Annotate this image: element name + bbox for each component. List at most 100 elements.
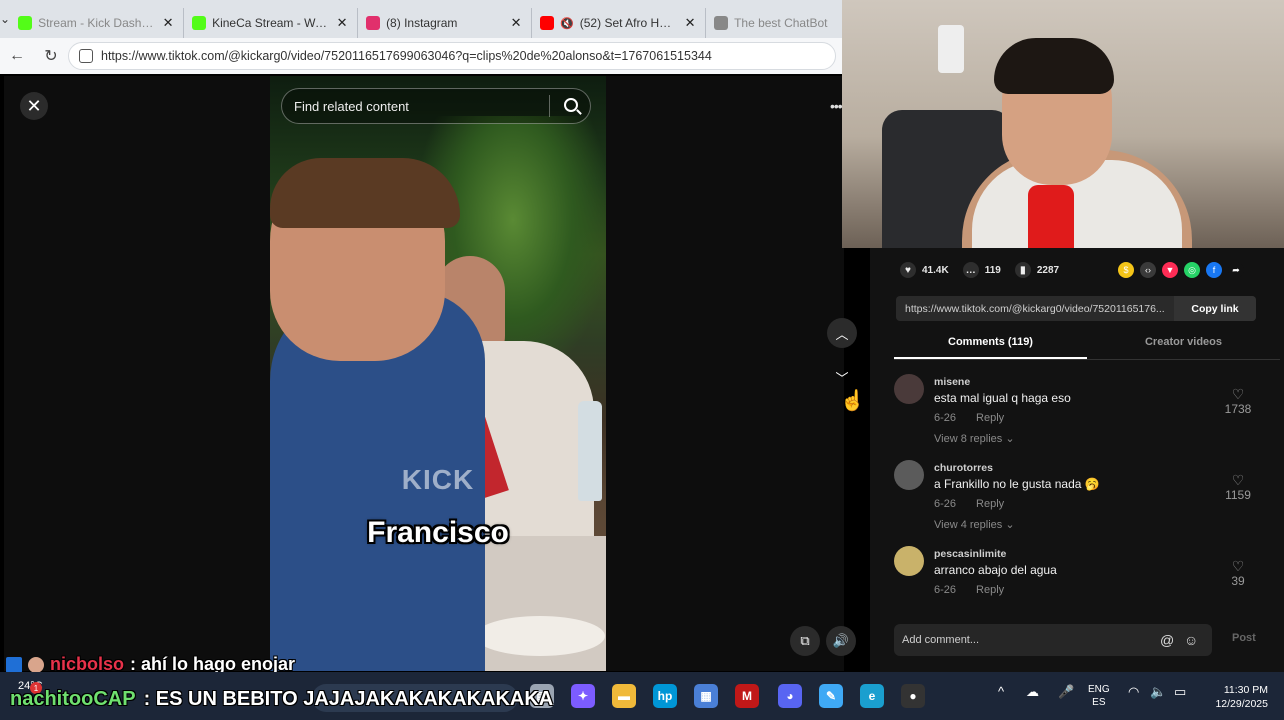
comment-text: a Frankillo no le gusta nada 🥱: [934, 477, 1100, 491]
add-comment-input[interactable]: Add comment... @ ☺: [894, 624, 1212, 656]
webcam-feed: [842, 0, 1284, 248]
tab-list-chevron-icon[interactable]: ⌄: [0, 0, 10, 38]
kick-watermark: KICK: [401, 464, 475, 495]
share-link-url[interactable]: https://www.tiktok.com/@kickarg0/video/7…: [896, 303, 1174, 315]
onedrive-icon[interactable]: ☁: [1026, 684, 1039, 700]
view-replies-button[interactable]: View 8 replies ⌄: [934, 432, 1015, 445]
tool-icon[interactable]: ✎: [819, 684, 843, 708]
like-count: 41.4K: [922, 264, 949, 276]
back-arrow-icon[interactable]: ←: [0, 38, 34, 74]
whatsapp-icon[interactable]: ◎: [1184, 262, 1200, 278]
mouse-cursor-icon: ☝: [840, 390, 865, 412]
tab-close-icon[interactable]: ✕: [161, 15, 175, 31]
find-related-search[interactable]: Find related content: [281, 88, 591, 124]
chat-badge-icon: [6, 656, 22, 673]
tab-creator-videos[interactable]: Creator videos: [1087, 332, 1280, 359]
send-icon[interactable]: ▼: [1162, 262, 1178, 278]
wifi-icon[interactable]: ◠: [1128, 684, 1139, 700]
coin-icon[interactable]: $: [1118, 262, 1134, 278]
reply-button[interactable]: Reply: [976, 412, 1004, 424]
post-button[interactable]: Post: [1232, 632, 1256, 644]
comment-count: 119: [984, 264, 1001, 276]
tab-title: (8) Instagram: [386, 16, 458, 30]
video-player[interactable]: KICK Francisco: [270, 76, 606, 671]
bookmark-icon[interactable]: ▮: [1014, 262, 1031, 278]
url-text: https://www.tiktok.com/@kickarg0/video/7…: [101, 49, 712, 63]
reply-button[interactable]: Reply: [976, 498, 1004, 510]
browser-tab[interactable]: 🔇 (52) Set Afro House ✕: [532, 8, 707, 38]
obs-icon[interactable]: ●: [901, 684, 925, 708]
facebook-icon[interactable]: f: [1206, 262, 1222, 278]
comment-date: 6-26: [934, 498, 957, 510]
store-icon[interactable]: ▦: [694, 684, 718, 708]
video-details-panel: ♥ 41.4K … 119 ▮ 2287 $ ‹› ▼ ◎ f ➦ https://www.ti…: [870, 248, 1284, 672]
view-replies-button[interactable]: View 4 replies ⌄: [934, 518, 1015, 531]
browser-tab[interactable]: (8) Instagram ✕: [358, 8, 533, 38]
instagram-icon: [366, 16, 381, 30]
browser-tab[interactable]: KineCa Stream - Watch Live ✕: [184, 8, 359, 38]
emoji-icon[interactable]: ☺: [1184, 632, 1198, 648]
comment-username[interactable]: churotorres: [934, 462, 993, 474]
comment-stat[interactable]: … 119: [962, 262, 1001, 278]
language-indicator[interactable]: ENG ES: [1088, 683, 1110, 709]
mcafee-icon[interactable]: M: [735, 684, 759, 708]
youtube-icon: [540, 16, 555, 30]
speaker-icon[interactable]: 🔈: [1150, 684, 1166, 700]
comment-text: esta mal igual q haga eso: [934, 391, 1071, 405]
tab-close-icon[interactable]: ✕: [683, 15, 697, 31]
tab-close-icon[interactable]: ✕: [509, 15, 523, 31]
heart-icon[interactable]: ♥: [900, 262, 916, 278]
embed-icon[interactable]: ‹›: [1140, 262, 1156, 278]
comment-username[interactable]: misene: [934, 376, 970, 388]
tab-muted-icon[interactable]: 🔇: [560, 17, 574, 30]
heart-outline-icon[interactable]: ♡: [1218, 472, 1258, 488]
comment-like[interactable]: ♡ 39: [1218, 558, 1258, 588]
webcam-microphone: [1028, 185, 1074, 248]
clock-time: 11:30 PM: [1223, 684, 1268, 696]
reload-icon[interactable]: ↻: [34, 38, 68, 74]
battery-icon[interactable]: ▭: [1174, 684, 1186, 700]
copy-link-button[interactable]: Copy link: [1174, 296, 1256, 321]
folder-icon[interactable]: ▬: [612, 684, 636, 708]
search-placeholder: Find related content: [294, 98, 409, 114]
discord-icon[interactable]: ◕: [778, 684, 802, 708]
tab-title: Stream - Kick Dashboard: [38, 16, 155, 30]
comment-like[interactable]: ♡ 1159: [1218, 472, 1258, 502]
comment-like[interactable]: ♡ 1738: [1218, 386, 1258, 416]
chatbot-icon: [714, 16, 729, 30]
comment-text: arranco abajo del agua: [934, 563, 1057, 577]
show-hidden-icons-icon[interactable]: ^: [998, 684, 1004, 699]
tab-title: KineCa Stream - Watch Live: [212, 16, 329, 30]
avatar[interactable]: [894, 460, 924, 490]
hp-icon[interactable]: hp: [653, 684, 677, 708]
avatar[interactable]: [894, 546, 924, 576]
picture-in-picture-icon[interactable]: ⧉: [790, 626, 820, 656]
taskbar-clock[interactable]: 11:30 PM 12/29/2025: [1206, 683, 1268, 711]
tab-close-icon[interactable]: ✕: [335, 15, 349, 31]
previous-video-chevron-up-icon[interactable]: ︿: [827, 318, 857, 348]
comment-like-count: 1738: [1224, 402, 1252, 416]
chat-message-2: : ES UN BEBITO JAJAJAKAKAKAKAKAKA: [143, 688, 554, 710]
browser-tab[interactable]: Stream - Kick Dashboard ✕: [10, 8, 185, 38]
comment-icon[interactable]: …: [962, 262, 979, 278]
comment-username[interactable]: pescasinlimite: [934, 548, 1006, 560]
comment-like-count: 39: [1231, 574, 1245, 588]
heart-outline-icon[interactable]: ♡: [1218, 558, 1258, 574]
address-bar[interactable]: https://www.tiktok.com/@kickarg0/video/7…: [68, 42, 836, 70]
more-options-icon[interactable]: •••: [830, 98, 843, 114]
share-arrow-icon[interactable]: ➦: [1228, 262, 1244, 278]
volume-icon[interactable]: 🔊: [826, 626, 856, 656]
site-info-icon[interactable]: [79, 49, 93, 63]
avatar[interactable]: [894, 374, 924, 404]
close-viewer-icon[interactable]: ✕: [20, 92, 48, 120]
like-stat[interactable]: ♥ 41.4K: [900, 262, 949, 278]
tab-comments[interactable]: Comments (119): [894, 332, 1087, 359]
copilot-icon[interactable]: ✦: [571, 684, 595, 708]
reply-button[interactable]: Reply: [976, 584, 1004, 596]
search-icon[interactable]: [564, 98, 578, 112]
microphone-icon[interactable]: 🎤: [1058, 684, 1074, 700]
save-stat[interactable]: ▮ 2287: [1014, 262, 1059, 278]
edge-icon[interactable]: e: [860, 684, 884, 708]
mention-icon[interactable]: @: [1160, 632, 1174, 648]
heart-outline-icon[interactable]: ♡: [1218, 386, 1258, 402]
